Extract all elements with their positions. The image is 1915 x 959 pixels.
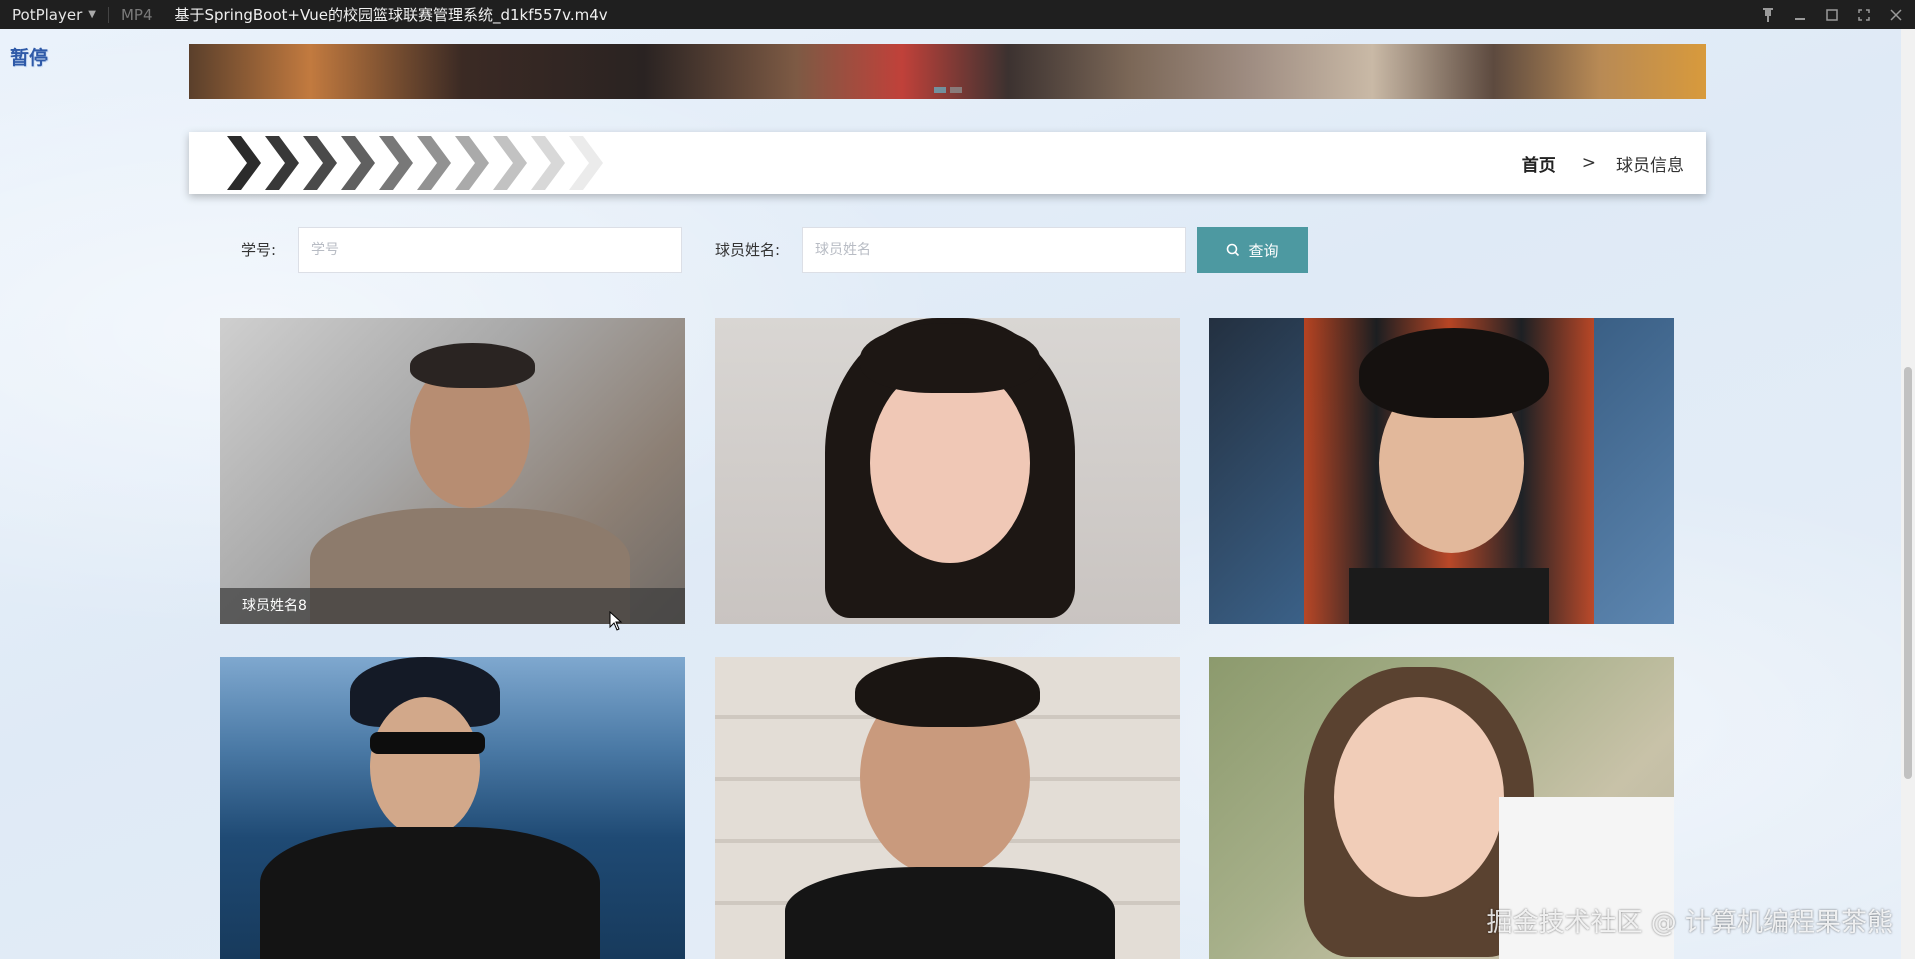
player-card[interactable] [715, 318, 1180, 624]
window-controls [1759, 0, 1905, 29]
scrollbar[interactable] [1901, 29, 1915, 959]
player-photo [715, 318, 1180, 624]
student-id-input[interactable] [298, 227, 682, 273]
player-card[interactable] [715, 657, 1180, 959]
player-name-label: 球员姓名: [715, 241, 781, 259]
window-title: 基于SpringBoot+Vue的校园篮球联赛管理系统_d1kf557v.m4v [174, 6, 608, 24]
breadcrumb-bar: 首页 > 球员信息 [189, 132, 1706, 194]
carousel-indicators[interactable] [934, 87, 962, 93]
player-name-input[interactable] [802, 227, 1186, 273]
breadcrumb-home[interactable]: 首页 [1522, 151, 1556, 176]
pin-icon[interactable] [1759, 6, 1777, 24]
player-photo [715, 657, 1180, 959]
player-photo [1209, 318, 1674, 624]
player-card[interactable] [1209, 318, 1674, 624]
divider [107, 6, 109, 23]
chevron-down-icon: ▼ [88, 9, 96, 20]
player-card[interactable]: 球员姓名8 [220, 318, 685, 624]
mouse-cursor-icon [609, 611, 623, 631]
video-frame: 暂停 首页 > 球员信息 学号: 球员姓名: [0, 29, 1915, 959]
student-id-label: 学号: [241, 241, 277, 259]
breadcrumb-separator: > [1581, 153, 1596, 173]
player-photo [220, 318, 685, 624]
minimize-icon[interactable] [1791, 6, 1809, 24]
paused-indicator: 暂停 [10, 47, 49, 69]
search-button-label: 查询 [1248, 241, 1279, 260]
search-button[interactable]: 查询 [1197, 227, 1308, 273]
chevron-decoration-icon [227, 136, 603, 190]
app-menu[interactable]: PotPlayer ▼ [0, 6, 96, 24]
maximize-icon[interactable] [1823, 6, 1841, 24]
format-label: MP4 [120, 5, 153, 24]
breadcrumb: 首页 > 球员信息 [1522, 132, 1684, 194]
player-photo [220, 657, 685, 959]
close-icon[interactable] [1887, 6, 1905, 24]
scrollbar-thumb[interactable] [1904, 367, 1912, 779]
app-name: PotPlayer [12, 5, 83, 24]
breadcrumb-current: 球员信息 [1616, 155, 1684, 176]
watermark: 掘金技术社区 @ 计算机编程果茶熊 [1486, 908, 1893, 938]
search-bar: 学号: 球员姓名: 查询 [0, 227, 1915, 273]
banner-carousel[interactable] [189, 44, 1706, 99]
player-title-bar: PotPlayer ▼ MP4 基于SpringBoot+Vue的校园篮球联赛管… [0, 0, 1915, 29]
search-icon [1227, 243, 1240, 257]
player-card[interactable] [220, 657, 685, 959]
fullscreen-icon[interactable] [1855, 6, 1873, 24]
